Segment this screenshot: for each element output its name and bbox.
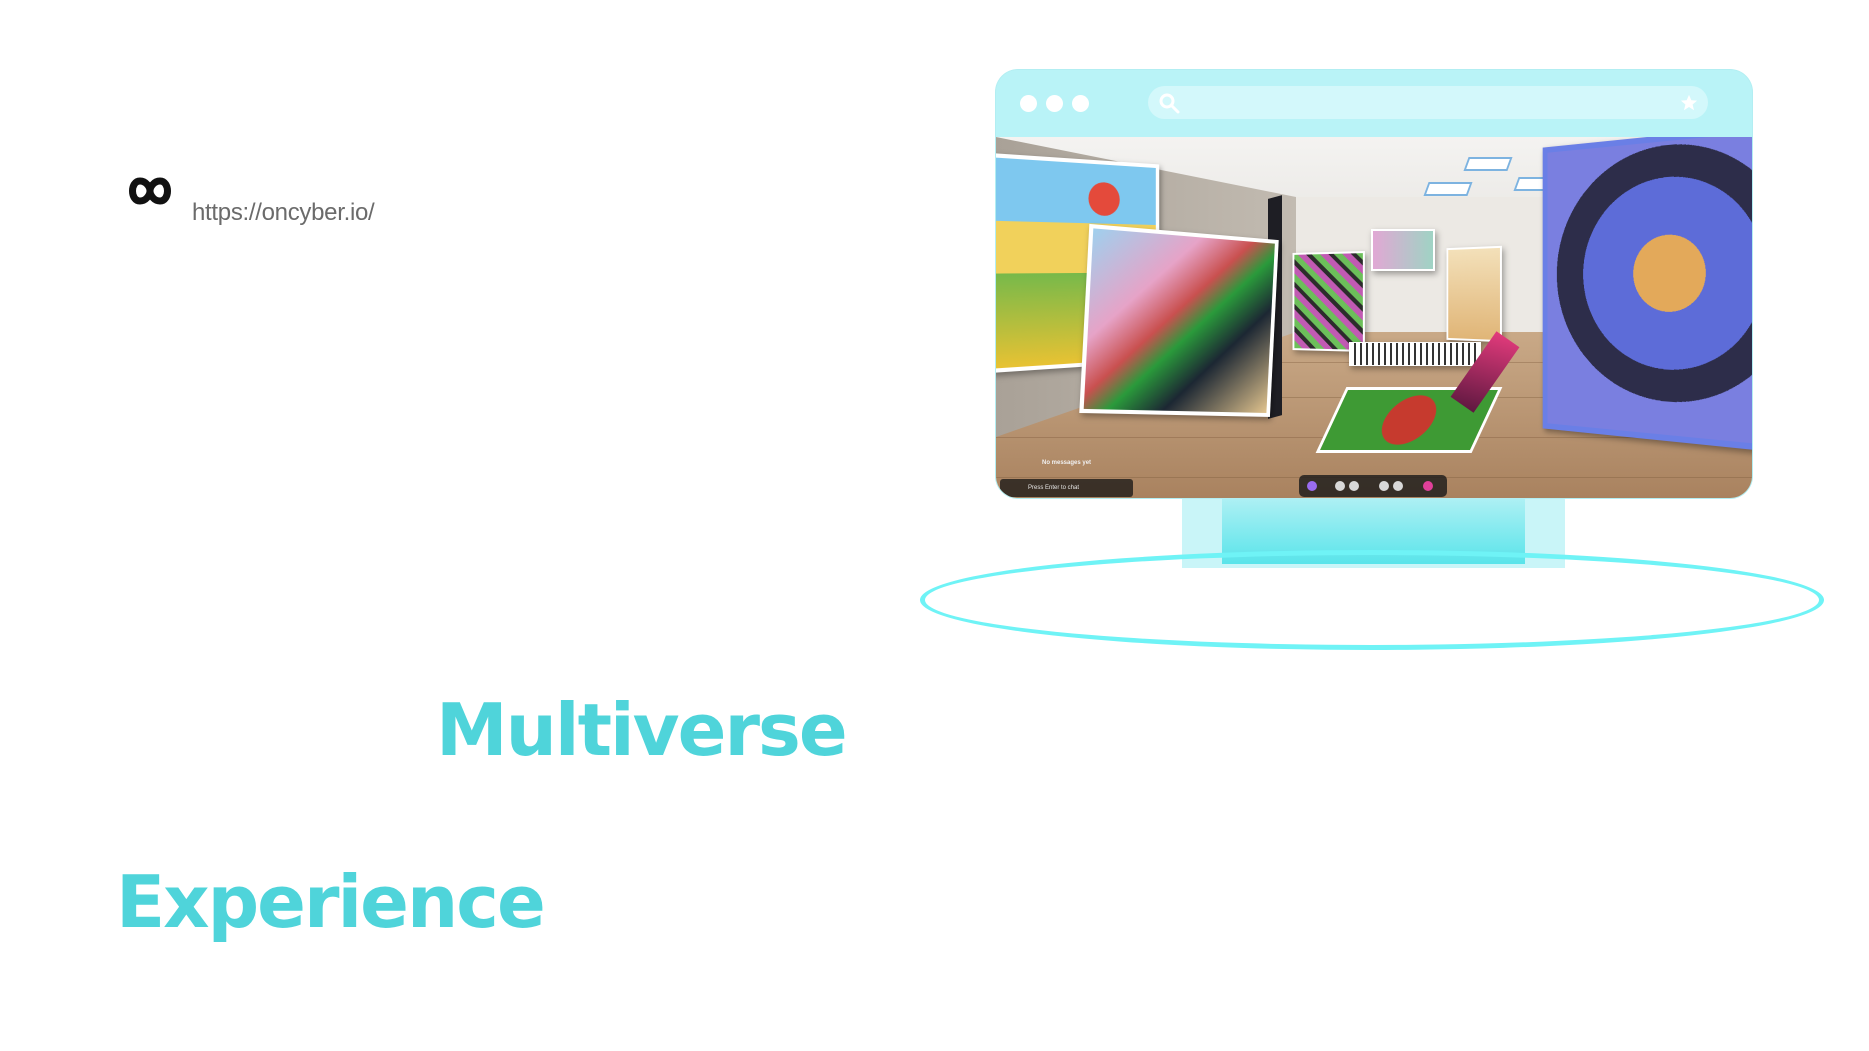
- camera-icon[interactable]: [1393, 481, 1403, 491]
- oncyber-logo: [126, 176, 174, 206]
- skylight: [1423, 182, 1472, 196]
- sun-shape: [1088, 182, 1119, 217]
- window-dot: [1046, 95, 1063, 112]
- artwork-small[interactable]: [1371, 229, 1435, 271]
- platform-ring: [920, 550, 1824, 650]
- chat-icon[interactable]: [1335, 481, 1345, 491]
- mic-icon[interactable]: [1349, 481, 1359, 491]
- browser-window-mockup: No messages yet Press Enter to chat: [996, 70, 1752, 498]
- skylight: [1463, 157, 1512, 171]
- 3d-gallery-viewport[interactable]: No messages yet Press Enter to chat: [996, 137, 1752, 498]
- infinity-logo-icon: [126, 176, 174, 206]
- viewer-toolbar: [1299, 475, 1447, 497]
- site-url[interactable]: https://oncyber.io/: [192, 199, 374, 227]
- chat-input[interactable]: Press Enter to chat: [1000, 479, 1133, 497]
- window-dot: [1072, 95, 1089, 112]
- headline-experience: Experience: [116, 860, 544, 944]
- search-icon: [1158, 92, 1180, 114]
- artwork-blue-face[interactable]: [1543, 137, 1752, 451]
- chat-status: No messages yet: [1042, 460, 1091, 466]
- star-icon[interactable]: [1680, 94, 1698, 112]
- address-bar[interactable]: [1148, 86, 1708, 119]
- artwork-floor-panel[interactable]: [1349, 342, 1481, 366]
- window-dot: [1020, 95, 1037, 112]
- avatar-icon[interactable]: [1307, 481, 1317, 491]
- headline-multiverse: Multiverse: [436, 688, 846, 772]
- artwork-portrait-pair[interactable]: [1079, 224, 1278, 417]
- people-icon[interactable]: [1379, 481, 1389, 491]
- artwork-pattern[interactable]: [1292, 251, 1364, 352]
- profile-icon[interactable]: [1423, 481, 1433, 491]
- artwork-sketch[interactable]: [1446, 246, 1501, 342]
- browser-toolbar: [996, 70, 1752, 137]
